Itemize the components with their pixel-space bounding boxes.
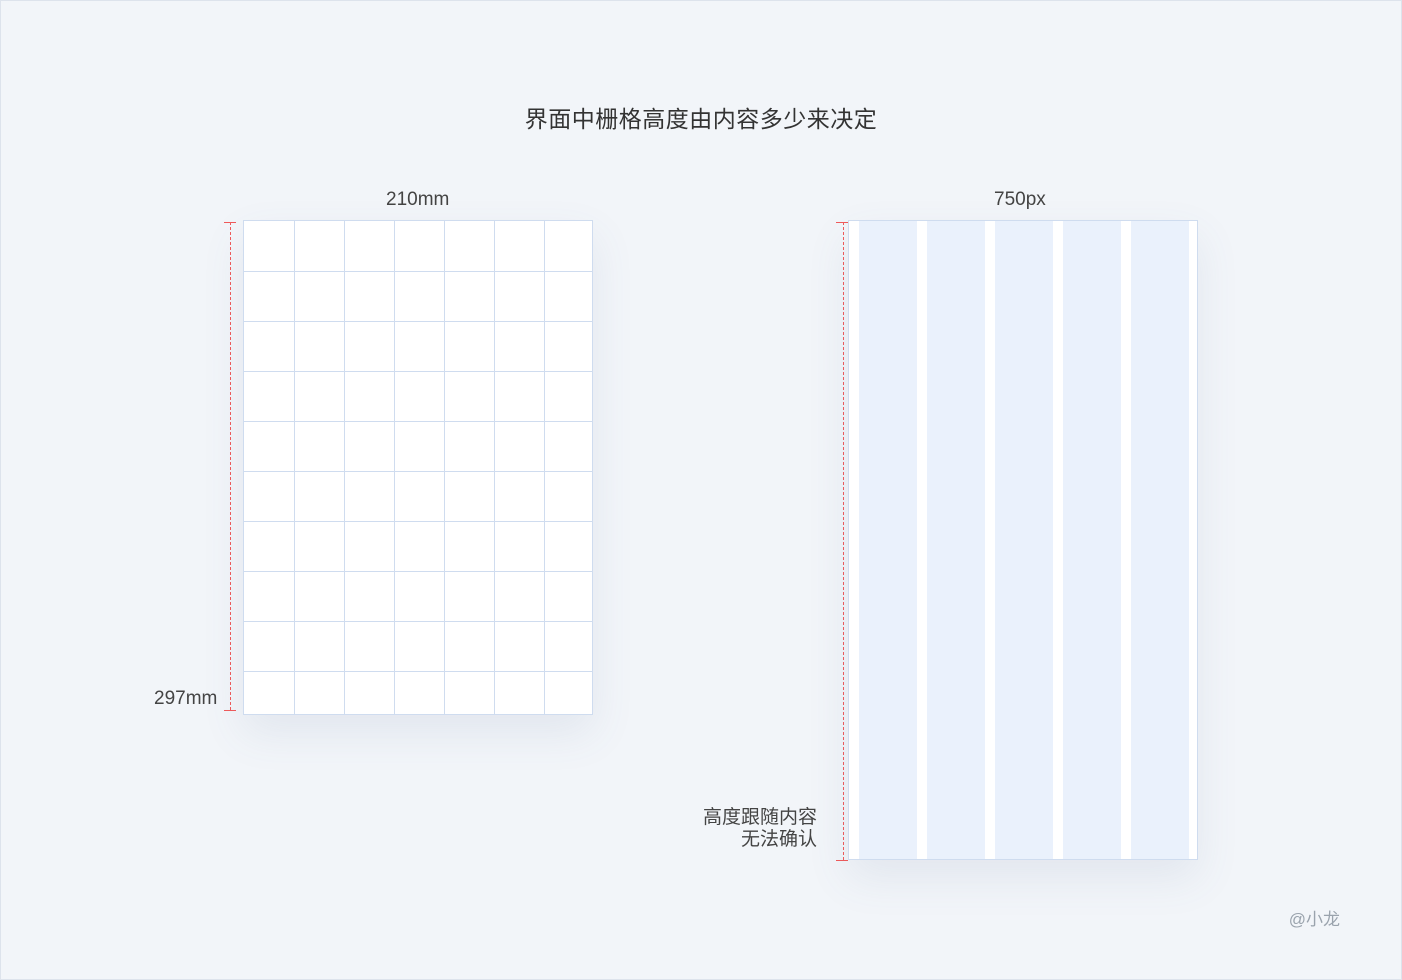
screen-height-tick-top bbox=[836, 222, 848, 223]
paper-height-dimension-line bbox=[230, 222, 231, 710]
grid-column bbox=[1063, 221, 1121, 859]
page-title: 界面中栅格高度由内容多少来决定 bbox=[524, 106, 878, 132]
a4-paper-grid bbox=[243, 220, 593, 715]
author-credit: @小龙 bbox=[1288, 910, 1340, 929]
grid-column bbox=[927, 221, 985, 859]
paper-height-tick-bottom bbox=[224, 710, 236, 711]
paper-height-label: 297mm bbox=[154, 688, 218, 709]
square-grid bbox=[244, 221, 592, 714]
paper-width-label: 210mm bbox=[386, 189, 450, 210]
grid-column bbox=[995, 221, 1053, 859]
screen-column-grid bbox=[848, 220, 1198, 860]
screen-height-tick-bottom bbox=[836, 860, 848, 861]
screen-height-note: 高度跟随内容 无法确认 bbox=[690, 807, 817, 851]
screen-width-label: 750px bbox=[994, 189, 1046, 210]
screen-height-note-line1: 高度跟随内容 bbox=[702, 807, 817, 828]
grid-column bbox=[859, 221, 917, 859]
screen-height-note-line2: 无法确认 bbox=[740, 829, 817, 850]
screen-height-dimension-line bbox=[843, 222, 844, 860]
grid-column bbox=[1131, 221, 1189, 859]
